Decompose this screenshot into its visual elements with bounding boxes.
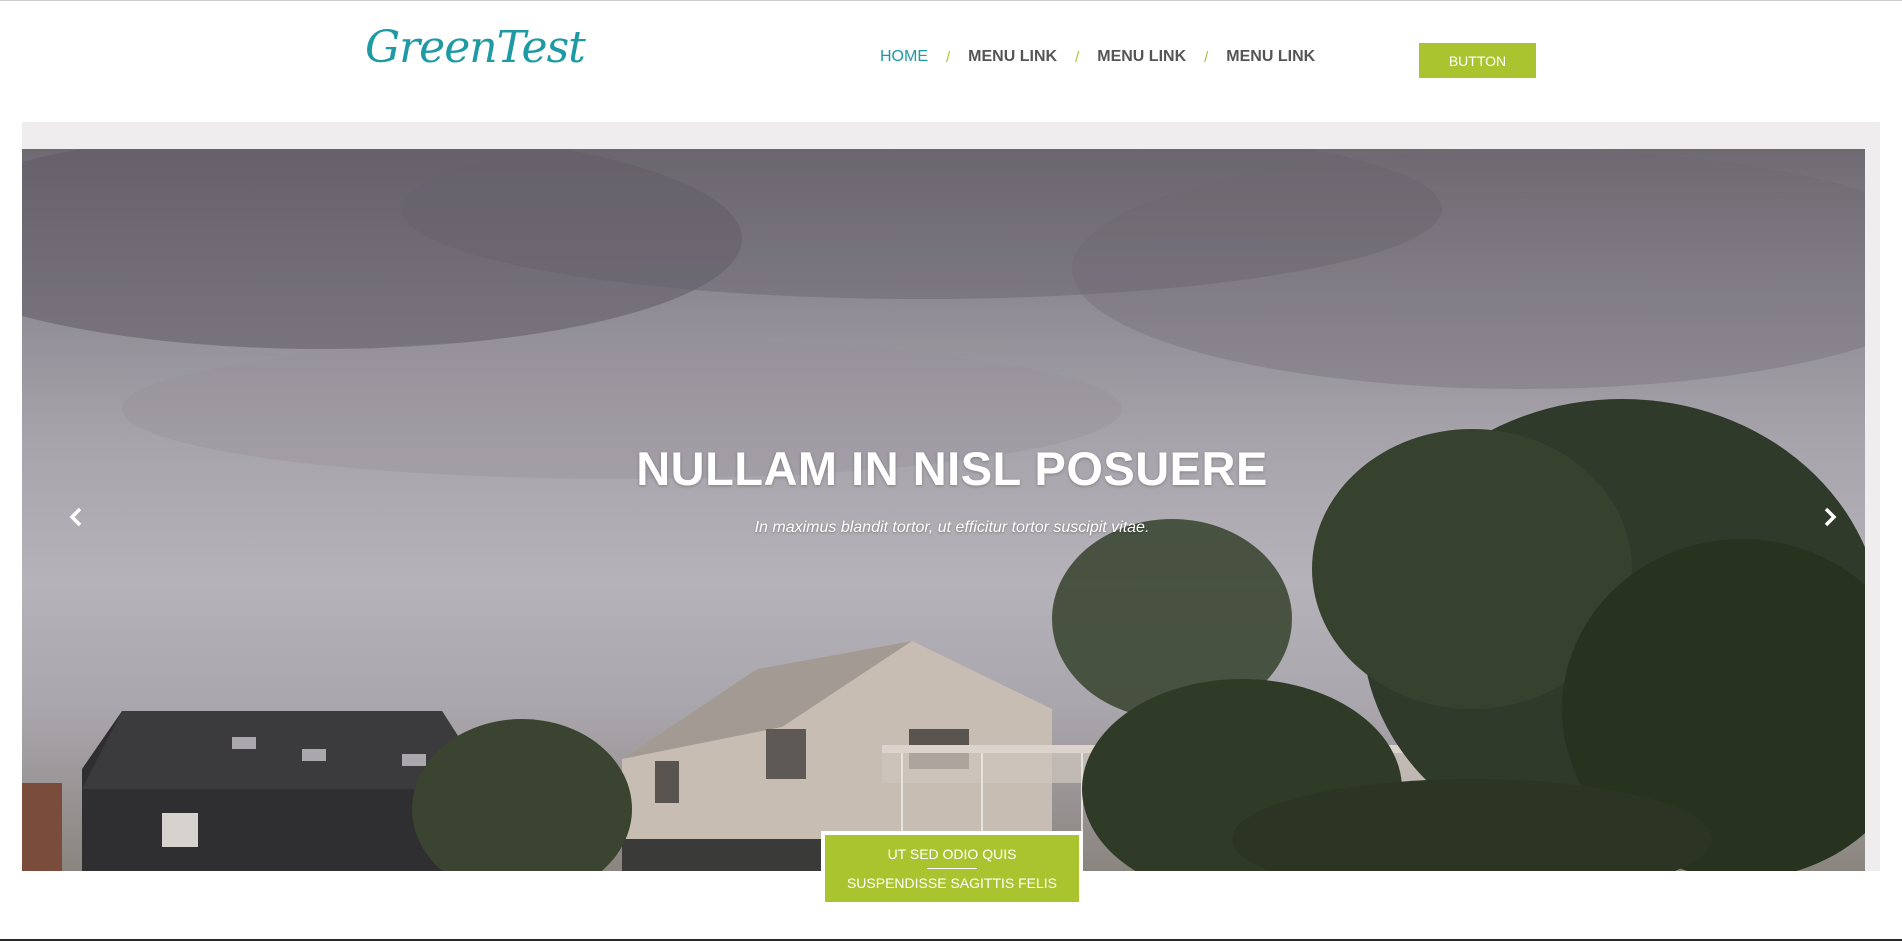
cta-divider (927, 868, 977, 869)
nav-link-menu-2[interactable]: MENU LINK (1097, 48, 1186, 66)
top-border (0, 0, 1902, 1)
hero-title: NULLAM IN NISL POSUERE (636, 442, 1268, 495)
nav-separator: / (946, 48, 951, 66)
hero-subtitle: In maximus blandit tortor, ut efficitur … (754, 519, 1150, 536)
cta-button[interactable]: UT SED ODIO QUIS SUSPENDISSE SAGITTIS FE… (825, 835, 1079, 902)
cta-box[interactable]: UT SED ODIO QUIS SUSPENDISSE SAGITTIS FE… (821, 831, 1083, 906)
hero-image (22, 149, 1865, 871)
nav-link-menu-3[interactable]: MENU LINK (1226, 48, 1315, 66)
nav-separator: / (1075, 48, 1080, 66)
site-logo[interactable]: GreenTest (365, 22, 586, 73)
cta-line-1: UT SED ODIO QUIS (887, 846, 1017, 862)
nav-link-menu-1[interactable]: MENU LINK (968, 48, 1057, 66)
main-nav: HOME / MENU LINK / MENU LINK / MENU LINK (880, 48, 1315, 66)
cta-line-2: SUSPENDISSE SAGITTIS FELIS (846, 875, 1058, 891)
nav-link-home[interactable]: HOME (880, 48, 928, 66)
hero-slider: NULLAM IN NISL POSUERE In maximus blandi… (22, 149, 1865, 871)
nav-separator: / (1204, 48, 1209, 66)
header-button[interactable]: BUTTON (1419, 43, 1536, 78)
